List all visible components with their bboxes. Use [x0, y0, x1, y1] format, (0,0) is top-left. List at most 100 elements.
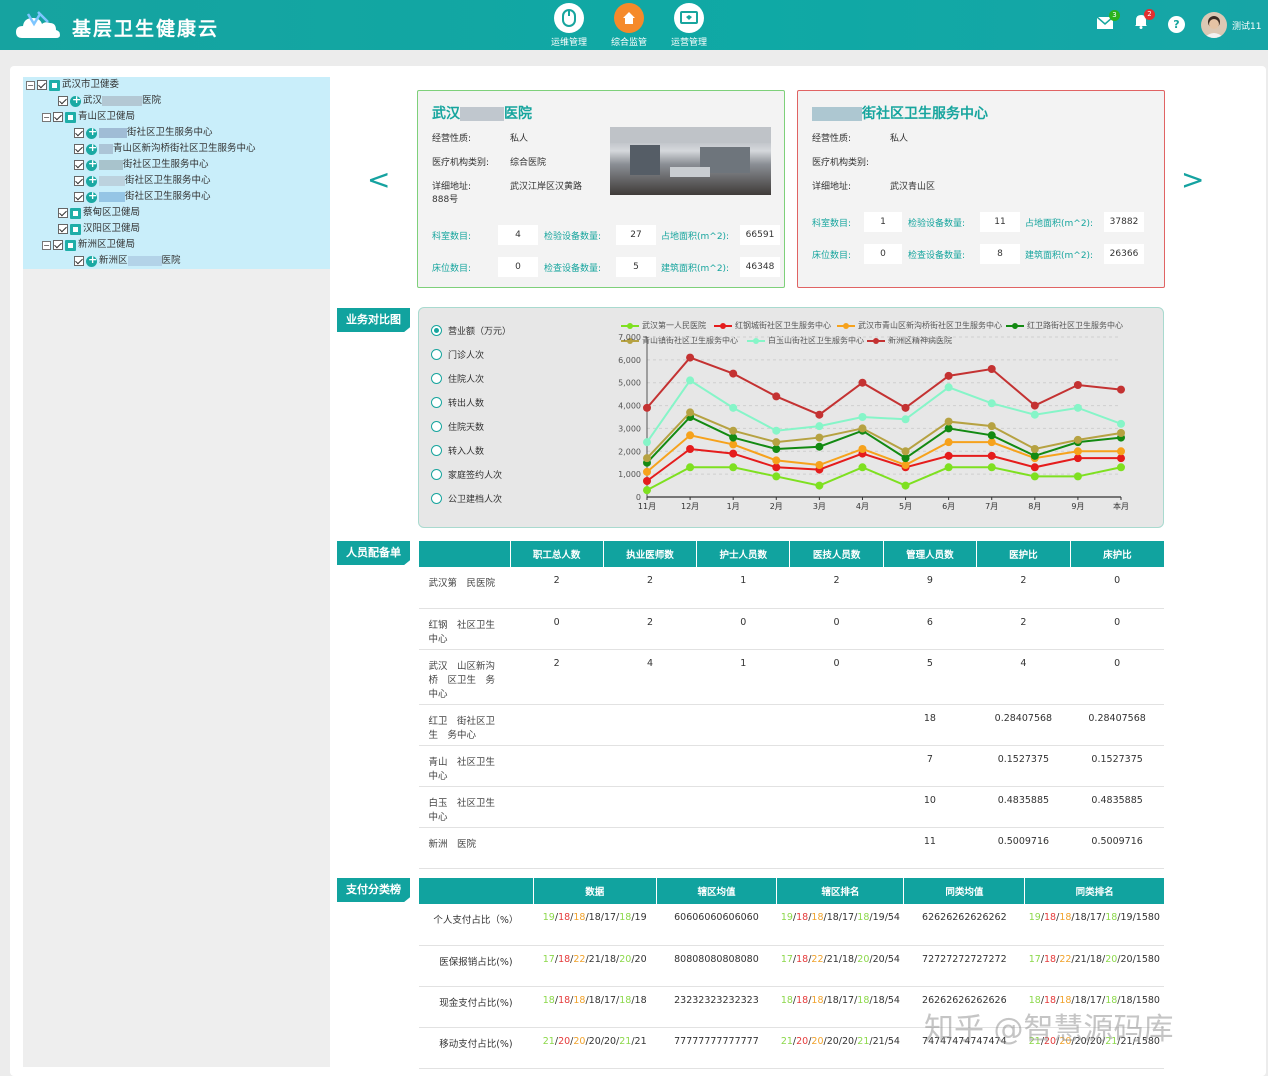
data-point [901, 403, 910, 412]
table-cell: 60606060606060 [656, 904, 777, 946]
mail-badge: 3 [1109, 10, 1120, 21]
tree-checkbox[interactable] [74, 256, 84, 266]
row-name-cell: 新洲 医院 [418, 827, 511, 869]
x-tick-label: 11月 [638, 502, 656, 511]
ratio-value: 20 [619, 953, 632, 965]
data-point [1073, 403, 1082, 412]
tree-node-center-2[interactable]: 青山区新沟桥街社区卫生服务中心 [74, 141, 256, 156]
table-row[interactable]: 武汉第 民医院 2 2 1 2 9 2 0 [418, 567, 1164, 609]
help-icon[interactable]: ? [1168, 16, 1185, 33]
tree-checkbox[interactable] [74, 160, 84, 170]
x-tick-label: 9月 [1071, 502, 1084, 511]
ratio-value: 18 [1074, 912, 1087, 923]
nav-label: 运维管理 [550, 38, 587, 48]
tree-node-center-3[interactable]: 街社区卫生服务中心 [74, 157, 209, 172]
tree-node-hospital-1[interactable]: 武汉 医院 [58, 93, 161, 108]
tree-node-center-5[interactable]: 街社区卫生服务中心 [74, 189, 211, 204]
tree-checkbox[interactable] [58, 96, 68, 106]
data-point [643, 454, 651, 463]
tree-node-root[interactable]: − 武汉市卫健委 [26, 78, 119, 92]
tree-node-qingshan[interactable]: − 青山区卫健局 [42, 110, 135, 124]
institution-card-2[interactable]: 街社区卫生服务中心 经营性质: 私人 医疗机构类别: 详细地址: 武汉青山区 科… [797, 90, 1165, 288]
table-row[interactable]: 红钢 社区卫生 中心 0 2 0 0 6 2 0 [418, 608, 1164, 650]
nav-operations[interactable]: 运营管理 [659, 3, 719, 48]
data-point [858, 463, 867, 472]
tree-checkbox[interactable] [74, 128, 84, 138]
ratio-value: 21 [542, 1035, 555, 1047]
tree-node-center-4[interactable]: 街社区卫生服务中心 [74, 173, 211, 188]
ratio-value: 21 [780, 1035, 793, 1047]
table-cell: 17/18/22/21/18/20/20/54 [776, 945, 904, 987]
data-point [729, 449, 738, 458]
building-icon [70, 223, 81, 235]
ratio-value: 20 [826, 1035, 839, 1047]
prev-arrow[interactable]: < [367, 163, 390, 196]
tree-node-hanyang[interactable]: 汉阳区卫健局 [58, 222, 140, 236]
tree-checkbox[interactable] [74, 176, 84, 186]
data-point [1117, 447, 1125, 456]
tree-node-xinzhou-hospital[interactable]: 新洲区 医院 [74, 253, 181, 268]
table-row[interactable]: 白玉 社区卫生 中心 10 0.4835885 0.4835885 [418, 786, 1164, 828]
table-row[interactable]: 新洲 医院 11 0.5009716 0.5009716 [418, 827, 1164, 869]
table-cell: 0.1527375 [1070, 745, 1164, 787]
tree-checkbox[interactable] [74, 144, 84, 154]
medical-cross-icon [86, 141, 97, 155]
medical-cross-icon [70, 93, 81, 107]
data-point [1073, 435, 1082, 444]
bell-icon[interactable]: 2 [1134, 9, 1155, 33]
mail-icon[interactable]: 3 [1096, 10, 1120, 33]
tree-checkbox[interactable] [74, 192, 84, 202]
card-title-text: 街社区卫生服务中心 [862, 106, 988, 122]
table-row[interactable]: 武汉 山区新沟桥 区卫生 务中心 2 4 1 0 5 4 0 [418, 649, 1164, 705]
line-chart: 0 1,000 2,000 3,000 4,000 5,000 6,000 7,000 11月 1… [618, 333, 1129, 511]
ratio-value: 22 [811, 953, 824, 965]
y-tick-label: 0 [636, 493, 641, 502]
nav-comprehensive-supervision[interactable]: 综合监管 [599, 3, 659, 48]
nav-ops-maintenance[interactable]: 运维管理 [539, 3, 599, 48]
redacted-mark [460, 107, 504, 121]
building-icon [49, 79, 60, 91]
compare-chart-panel: 营业额（万元） 门诊人次 住院人次 转出人数 住院天数 转入人数 家庭签约人次 公卫建档人次 … [418, 307, 1164, 528]
tree-node-xinzhou[interactable]: − 新洲区卫健局 [42, 238, 135, 252]
data-point [987, 431, 996, 440]
tree-checkbox[interactable] [58, 224, 68, 234]
org-tree: −武汉市卫健委 武汉医院 −青山区卫健局 街社区卫生服务中心 青山区新沟桥街社区… [23, 77, 330, 1067]
tree-checkbox[interactable] [53, 112, 63, 122]
redacted-mark [99, 128, 127, 138]
next-arrow[interactable]: > [1181, 163, 1204, 196]
data-point [1073, 454, 1082, 463]
ratio-value: 17 [780, 953, 793, 965]
tree-node-center-1[interactable]: 街社区卫生服务中心 [74, 125, 213, 140]
data-point [1030, 445, 1039, 453]
username[interactable]: 测试11 [1232, 19, 1261, 32]
institution-card-1[interactable]: 武汉 医院 经营性质: 私人 医疗机构类别: 综合医院 详细地址: 武汉江岸区汉黄… [417, 90, 785, 288]
type-label: 经营性质: [432, 134, 472, 144]
row-name-cell: 红卫 街社区卫生 务中心 [418, 704, 511, 746]
data-point [815, 433, 824, 442]
table-row[interactable]: 青山 社区卫生 中心 7 0.1527375 0.1527375 [418, 745, 1164, 787]
ratio-value: 17 [1089, 912, 1102, 923]
collapse-toggle[interactable]: − [42, 112, 51, 122]
table-cell: 0 [789, 649, 884, 705]
table-row[interactable]: 个人支付占比（%） 19/18/18/18/17/18/19 60606060606… [418, 904, 1164, 946]
table-cell [510, 786, 604, 828]
table-row[interactable]: 医保报销占比(%) 17/18/22/21/18/20/20 80808080808… [418, 945, 1164, 987]
tree-checkbox[interactable] [53, 240, 63, 250]
collapse-toggle[interactable]: − [42, 240, 51, 250]
data-point [772, 456, 781, 465]
table-row[interactable]: 红卫 街社区卫生 务中心 18 0.28407568 0.28407568 [418, 704, 1164, 746]
bell-badge: 2 [1144, 9, 1155, 20]
avatar[interactable] [1201, 12, 1227, 38]
ratio-value: 19 [780, 912, 793, 923]
tree-checkbox[interactable] [37, 80, 47, 90]
table-cell: 9 [883, 567, 977, 609]
data-point [1030, 410, 1039, 419]
table-cell [510, 704, 604, 746]
data-point [1117, 429, 1125, 437]
ratio-value: 20 [634, 953, 647, 965]
lab-label: 检验设备数量: [908, 218, 966, 229]
tree-checkbox[interactable] [58, 208, 68, 218]
collapse-toggle[interactable]: − [26, 80, 35, 90]
redacted-mark [99, 160, 123, 170]
tree-node-caidian[interactable]: 蔡甸区卫健局 [58, 206, 140, 220]
